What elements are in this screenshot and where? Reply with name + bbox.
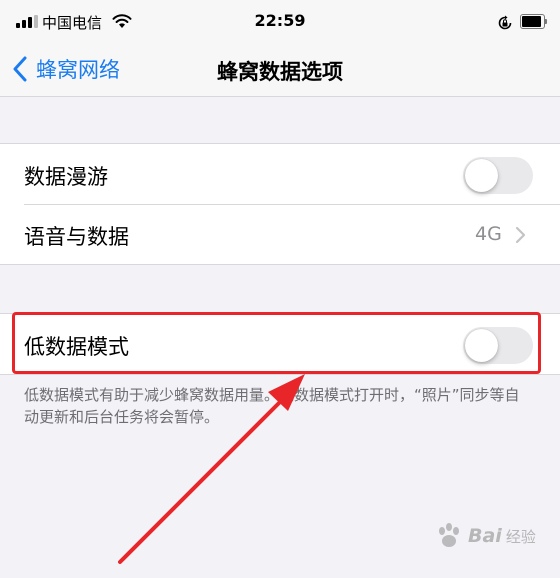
row-data-roaming: 数据漫游 (0, 144, 560, 205)
toggle-knob (465, 329, 498, 362)
status-bar: 中国电信 22:59 (0, 0, 560, 44)
watermark: Bai 经验 (434, 521, 536, 551)
low-data-mode-toggle[interactable] (463, 327, 533, 364)
status-time: 22:59 (254, 11, 306, 30)
row-voice-and-data[interactable]: 语音与数据 4G (0, 204, 560, 264)
baidu-paw-icon (439, 523, 459, 547)
settings-group-low-data: 低数据模式 (0, 313, 560, 375)
page-title: 蜂窝数据选项 (217, 60, 343, 84)
row-low-data-mode: 低数据模式 (0, 314, 560, 374)
battery-icon (520, 14, 548, 29)
chevron-right-icon (515, 226, 526, 244)
settings-group-roaming: 数据漫游 语音与数据 4G (0, 143, 560, 265)
toggle-knob (465, 159, 498, 192)
watermark-text: Bai (468, 525, 502, 547)
row-label: 语音与数据 (24, 225, 129, 249)
navigation-bar: 蜂窝网络 蜂窝数据选项 (0, 44, 560, 97)
row-label: 数据漫游 (24, 165, 108, 189)
low-data-mode-description: 低数据模式有助于减少蜂窝数据用量。低数据模式打开时，“照片”同步等自动更新和后台… (24, 386, 520, 426)
orientation-lock-icon (498, 15, 512, 30)
watermark-subtext: 经验 (505, 527, 536, 546)
row-label: 低数据模式 (24, 335, 129, 359)
voice-data-value: 4G (475, 223, 502, 245)
data-roaming-toggle[interactable] (463, 157, 533, 194)
